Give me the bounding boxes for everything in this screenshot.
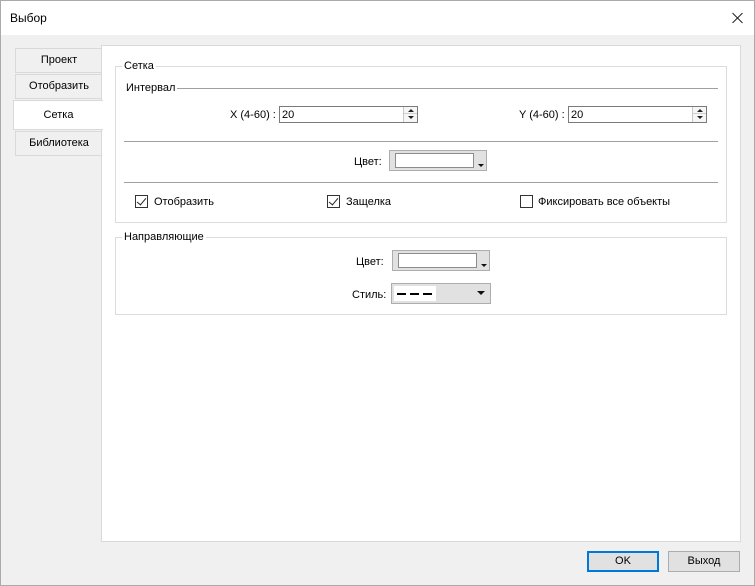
dialog-window: Выбор Проект Отобразить Сетка Библиотека… [0,0,755,586]
show-grid-checkbox[interactable] [135,195,148,208]
x-input[interactable] [280,107,398,122]
interval-label: Интервал [124,82,178,94]
grid-group-label: Сетка [122,60,156,72]
snap-checkbox[interactable] [327,195,340,208]
chevron-down-icon [478,164,484,167]
close-icon[interactable] [723,3,753,31]
tab-library[interactable]: Библиотека [15,131,102,156]
divider [124,141,718,142]
tab-project[interactable]: Проект [15,48,102,73]
spin-up-icon[interactable] [693,107,706,114]
color-swatch [398,253,477,268]
line-style-select[interactable] [391,283,491,304]
settings-panel: Сетка Интервал X (4-60) : Y (4-60) : Цве… [101,45,741,542]
x-spinbox [279,106,418,123]
spin-down-icon[interactable] [404,114,417,121]
x-spin-buttons [403,107,417,122]
guides-color-label: Цвет: [356,256,384,268]
grid-color-label: Цвет: [354,156,382,168]
divider [124,88,718,89]
guides-group-label: Направляющие [122,231,206,243]
y-spinbox [568,106,707,123]
snap-label: Защелка [346,196,392,208]
ok-button[interactable]: OK [587,551,659,572]
y-label: Y (4-60) : [519,109,565,121]
grid-color-picker[interactable] [389,150,487,171]
chevron-down-icon [477,291,485,295]
window-title: Выбор [10,11,47,25]
lock-all-checkbox[interactable] [520,195,533,208]
title-bar: Выбор [1,1,754,35]
y-input[interactable] [569,107,687,122]
exit-button[interactable]: Выход [668,551,740,572]
spin-up-icon[interactable] [404,107,417,114]
tab-grid[interactable]: Сетка [13,100,103,130]
y-spin-buttons [692,107,706,122]
dashed-line-icon [394,286,436,301]
x-label: X (4-60) : [230,109,276,121]
spin-down-icon[interactable] [693,114,706,121]
guides-style-label: Стиль: [352,289,387,301]
lock-all-label: Фиксировать все объекты [538,196,671,208]
tab-display[interactable]: Отобразить [15,74,102,99]
divider [124,182,718,183]
chevron-down-icon [481,264,487,267]
guides-color-picker[interactable] [392,250,490,271]
show-grid-label: Отобразить [154,196,214,208]
color-swatch [395,153,474,168]
